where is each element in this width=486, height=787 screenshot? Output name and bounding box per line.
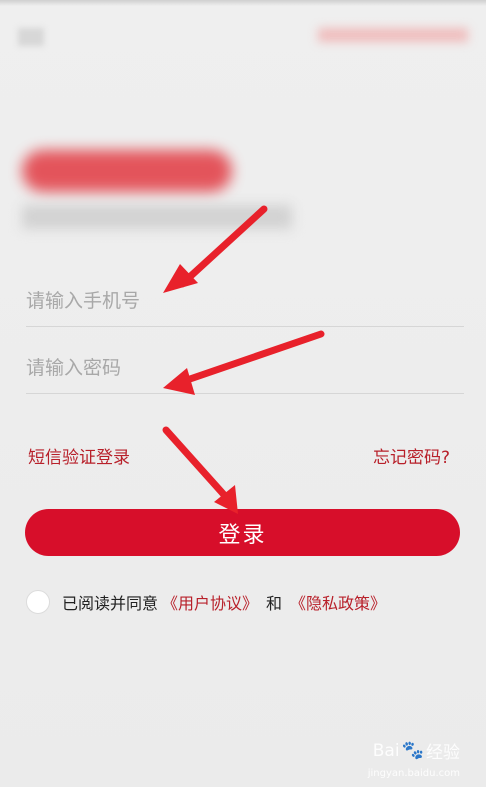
- arrow-to-login-icon: [162, 426, 230, 501]
- agreement-row: 已阅读并同意 《用户协议》 和 《隐私政策》: [26, 588, 390, 616]
- phone-input[interactable]: [26, 290, 464, 312]
- watermark-url: jingyan.baidu.com: [367, 768, 460, 779]
- status-bar-shadow: [0, 0, 486, 6]
- login-button[interactable]: 登录: [25, 509, 460, 556]
- brand-subtitle-blurred: [22, 205, 292, 229]
- watermark-brand-suffix: 经验: [426, 743, 460, 763]
- agreement-conjunction: 和: [266, 594, 283, 613]
- forgot-password-link[interactable]: 忘记密码?: [373, 443, 450, 468]
- password-field: [26, 357, 464, 394]
- phone-field: [26, 290, 464, 327]
- sms-login-link[interactable]: 短信验证登录: [28, 443, 130, 468]
- header-links-blurred: [318, 28, 468, 42]
- login-page: 短信验证登录 忘记密码? 登录 已阅读并同意 《用户协议》 和 《隐私政策》 B…: [0, 0, 486, 787]
- arrowhead-phone-icon: [163, 264, 198, 293]
- brand-logo-blurred: [22, 150, 232, 192]
- privacy-policy-link[interactable]: 《隐私政策》: [290, 590, 386, 614]
- agreement-prefix: 已阅读并同意: [62, 594, 159, 613]
- watermark: Bai 🐾 经验: [373, 738, 460, 763]
- user-agreement-link[interactable]: 《用户协议》: [162, 590, 258, 614]
- paw-icon: 🐾: [401, 740, 424, 761]
- menu-icon[interactable]: [18, 28, 44, 46]
- agreement-checkbox[interactable]: [26, 590, 50, 614]
- password-input[interactable]: [26, 357, 464, 379]
- watermark-brand: Bai: [372, 740, 400, 761]
